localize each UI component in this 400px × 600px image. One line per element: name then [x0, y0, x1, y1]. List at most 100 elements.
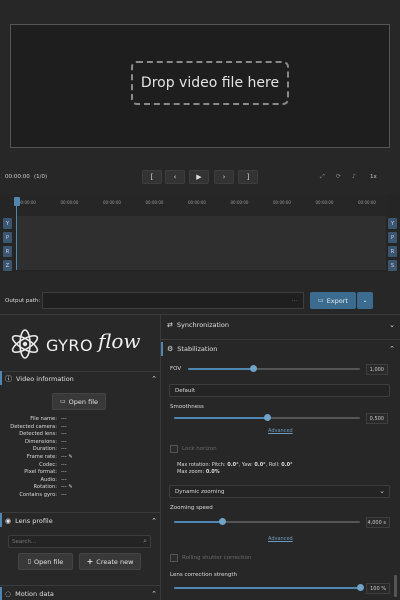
zooming-speed-value-field[interactable]: 4,000 s [366, 517, 390, 528]
lens-correction-slider[interactable] [174, 584, 364, 592]
info-key: Frame rate: [26, 454, 57, 460]
zooming-speed-slider[interactable] [174, 518, 360, 526]
lens-correction-value-field[interactable]: 100 % [366, 583, 390, 594]
lock-horizon-checkbox[interactable] [170, 445, 178, 453]
divider [0, 512, 160, 513]
lens-profile-header[interactable]: ◉ Lens profile ⌃ [5, 517, 157, 525]
divider [0, 585, 160, 586]
timeline-tick-label: 00:00:00 [145, 200, 164, 205]
stabilization-header[interactable]: ⚙ Stabilization ⌃ [167, 345, 395, 353]
timeline-track[interactable] [16, 216, 386, 270]
slider-knob[interactable] [356, 584, 364, 591]
app-window: Drop video file here 00:00:00 (1/0) [ ‹ … [0, 0, 400, 600]
next-frame-button[interactable]: › [214, 170, 234, 184]
create-new-button[interactable]: + Create new [79, 553, 141, 570]
yaw-prefix: , Yaw: [238, 462, 255, 468]
scrollbar[interactable] [394, 575, 397, 597]
lens-correction-label: Lens correction strength [170, 572, 238, 578]
sync-icon[interactable]: ⟳ [336, 173, 341, 180]
axis-toggle-button[interactable]: Y [388, 218, 397, 229]
play-button[interactable]: ▶ [189, 170, 209, 184]
timeline-tick-label: 00:00:00 [273, 200, 291, 205]
open-file-button[interactable]: ▭ Open file [52, 393, 106, 410]
export-icon: ▭ [318, 297, 324, 304]
drop-video-target[interactable]: Drop video file here [131, 61, 289, 105]
set-in-label: [ [150, 173, 154, 181]
yaw-value: 0.0° [254, 462, 266, 468]
lens-open-file-button[interactable]: ▯ Open file [18, 553, 73, 570]
set-out-point-button[interactable]: ] [238, 170, 258, 184]
slider-fill [174, 521, 223, 523]
motion-data-header[interactable]: ◌ Motion data ⌃ [5, 590, 157, 598]
axis-toggle-button[interactable]: Z [3, 260, 12, 271]
info-value: --- [61, 469, 67, 476]
slider-knob[interactable] [249, 365, 257, 372]
browse-ellipsis[interactable]: ... [292, 297, 297, 303]
axis-toggle-button[interactable]: R [388, 246, 397, 257]
view-toggle-icon[interactable]: ⤢ [320, 173, 325, 181]
axis-toggle-button[interactable]: S [388, 260, 397, 271]
zooming-mode-select[interactable]: Dynamic zooming ⌄ [169, 485, 390, 498]
info-key: Pixel format: [24, 469, 57, 476]
info-key: Rotation: [33, 484, 57, 491]
video-info-title: Video information [16, 375, 74, 383]
axis-toggle-button[interactable]: R [3, 246, 12, 257]
timeline-tick-label: 00:00:00 [315, 200, 334, 205]
video-preview-area[interactable]: Drop video file here [10, 24, 390, 148]
divider [161, 339, 400, 340]
lock-horizon-option[interactable]: Lock horizon [170, 445, 217, 453]
playhead-handle[interactable] [14, 197, 20, 206]
max-rotation-text: Max rotation: Pitch: 0.0°, Yaw: 0.0°, Ro… [177, 462, 293, 468]
set-in-point-button[interactable]: [ [142, 170, 162, 184]
divider [0, 371, 160, 372]
info-value: --- [61, 438, 67, 445]
rolling-shutter-option[interactable]: Rolling shutter correction [170, 554, 251, 562]
axis-toggle-button[interactable]: P [388, 232, 397, 243]
output-path-input[interactable]: ... [42, 292, 304, 309]
axis-toggle-button[interactable]: Y [3, 218, 12, 229]
previous-frame-button[interactable]: ‹ [165, 170, 185, 184]
play-icon: ▶ [196, 173, 202, 181]
info-key: Audio: [40, 476, 58, 483]
audio-icon[interactable]: ♪ [352, 173, 356, 180]
export-dropdown-button[interactable]: ⌄ [357, 292, 373, 309]
export-button[interactable]: ▭ Export [310, 292, 356, 309]
smoothness-label: Smoothness [170, 404, 204, 410]
fov-value-field[interactable]: 1,000 [366, 364, 388, 375]
smoothness-slider[interactable] [174, 414, 360, 422]
info-value: --- [61, 476, 67, 483]
smoothing-method-select[interactable]: Default [169, 384, 390, 397]
slider-knob[interactable] [263, 414, 271, 421]
column-divider [160, 315, 161, 600]
smoothness-value-field[interactable]: 0,500 [366, 413, 388, 424]
info-key: Codec: [39, 461, 57, 468]
rolling-shutter-label: Rolling shutter correction [182, 555, 252, 561]
advanced-link[interactable]: Advanced [268, 428, 293, 434]
lens-correction-value: 100 % [370, 585, 386, 592]
rolling-shutter-checkbox[interactable] [170, 554, 178, 562]
timeline-ruler[interactable] [16, 194, 386, 216]
advanced-link-2[interactable]: Advanced [268, 536, 293, 542]
playback-speed[interactable]: 1x [370, 174, 377, 180]
fov-slider[interactable] [188, 365, 360, 373]
max-zoom-value: 0.0% [205, 469, 220, 475]
search-icon: ⌕ [143, 537, 147, 545]
zooming-speed-value: 4,000 s [367, 519, 386, 526]
timeline-tick-label: 00:00:00 [230, 200, 249, 205]
drop-label: Drop video file here [140, 75, 280, 91]
video-info-header[interactable]: ⓘ Video information ⌃ [5, 374, 157, 384]
info-value: --- [61, 416, 67, 422]
info-value: --- [61, 492, 67, 498]
zooming-speed-label: Zooming speed [170, 505, 213, 511]
timeline-tick-label: 00:00:00 [103, 200, 121, 205]
chevron-up-icon: ⌃ [389, 345, 395, 353]
synchronization-title: Synchronization [176, 321, 229, 329]
smoothness-value: 0,500 [369, 415, 384, 422]
timeline-tick-label: 00:00:00 [18, 200, 36, 205]
axis-toggle-button[interactable]: P [3, 232, 12, 243]
frame-counter: (1/0) [34, 174, 48, 180]
synchronization-header[interactable]: ⇄ Synchronization ⌄ [167, 321, 395, 329]
slider-knob[interactable] [218, 518, 226, 525]
lens-search-input[interactable]: Search... ⌕ [8, 535, 151, 548]
chevron-up-icon: ⌃ [151, 517, 157, 525]
